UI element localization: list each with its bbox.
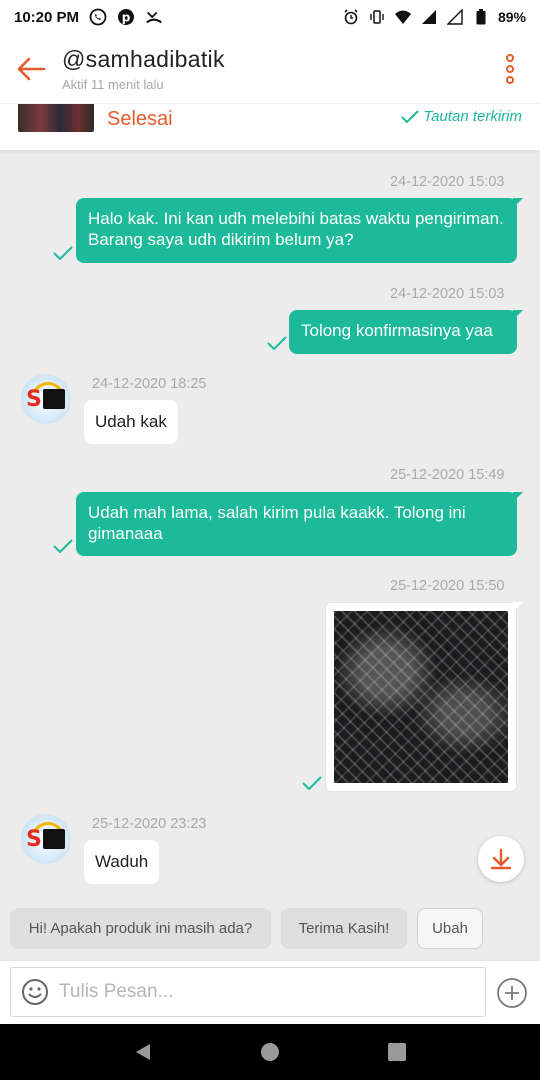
battery-icon [472,8,490,26]
message-bubble-incoming[interactable]: Waduh [84,840,160,884]
message-timestamp: 25-12-2020 15:49 [390,467,505,483]
missed-call-icon [145,8,163,26]
seller-avatar[interactable]: S [21,814,71,864]
whatsapp-icon [89,8,107,26]
scroll-to-bottom-button[interactable] [478,836,524,882]
order-status: Selesai [107,108,173,130]
quick-reply-chip[interactable]: Terima Kasih! [281,908,407,949]
link-sent-label: Tautan terkirim [401,108,522,125]
order-thumbnail [18,104,94,132]
read-check-icon [53,539,73,553]
read-check-icon [302,776,322,790]
more-vertical-icon [506,53,514,84]
nav-home-icon[interactable] [260,1042,280,1062]
attach-button[interactable] [496,977,528,1009]
wifi-icon [394,8,412,26]
chat-header: @samhadibatik Aktif 11 menit lalu [0,34,540,104]
seller-avatar[interactable]: S [21,374,71,424]
order-card[interactable]: Selesai Tautan terkirim [0,104,540,150]
image-message[interactable] [325,602,523,792]
arrow-left-icon [17,57,46,80]
message-timestamp: 25-12-2020 15:50 [390,578,505,594]
vibrate-icon [368,8,386,26]
contact-status: Aktif 11 menit lalu [62,76,164,92]
link-sent-text: Tautan terkirim [423,108,522,125]
contact-info[interactable]: @samhadibatik Aktif 11 menit lalu [62,46,480,92]
message-timestamp: 24-12-2020 15:03 [390,286,505,302]
system-nav-bar [0,1024,540,1080]
composer-field[interactable] [10,967,486,1017]
signal-icon [420,8,438,26]
message-bubble-outgoing[interactable]: Halo kak. Ini kan udh melebihi batas wak… [76,198,523,263]
message-timestamp: 24-12-2020 18:25 [92,376,207,392]
quick-replies: Hi! Apakah produk ini masih ada? Terima … [0,908,540,950]
nav-back-icon[interactable] [133,1042,153,1062]
message-input[interactable] [59,981,459,1003]
message-bubble-outgoing[interactable]: Udah mah lama, salah kirim pula kaakk. T… [76,492,523,556]
message-bubble-outgoing[interactable]: Tolong konfirmasinya yaa [289,310,523,354]
batik-shirt-photo[interactable] [334,611,508,783]
back-button[interactable] [0,34,62,104]
read-check-icon [53,246,73,260]
nav-recents-icon[interactable] [387,1042,407,1062]
quick-reply-chip[interactable]: Hi! Apakah produk ini masih ada? [10,908,271,949]
read-check-icon [267,336,287,350]
status-bar: 10:20 PM p 89% [0,0,540,34]
status-time: 10:20 PM [14,8,80,26]
alarm-icon [342,8,360,26]
message-timestamp: 24-12-2020 15:03 [390,174,505,190]
emoji-button[interactable] [11,978,59,1006]
pinterest-icon: p [117,8,135,26]
more-options-button[interactable] [480,34,540,104]
message-list[interactable]: 24-12-2020 15:03 Halo kak. Ini kan udh m… [0,150,540,960]
svg-text:p: p [122,11,131,25]
arrow-down-icon [490,848,512,870]
message-timestamp: 25-12-2020 23:23 [92,816,207,832]
check-icon [401,109,420,123]
message-composer [0,960,540,1024]
smiley-icon [22,979,48,1005]
message-bubble-incoming[interactable]: Udah kak [84,400,178,444]
plus-circle-icon [497,978,527,1008]
signal-empty-icon [446,8,464,26]
contact-name: @samhadibatik [62,45,225,72]
edit-quick-replies-button[interactable]: Ubah [417,908,483,949]
battery-percent: 89% [497,9,526,25]
